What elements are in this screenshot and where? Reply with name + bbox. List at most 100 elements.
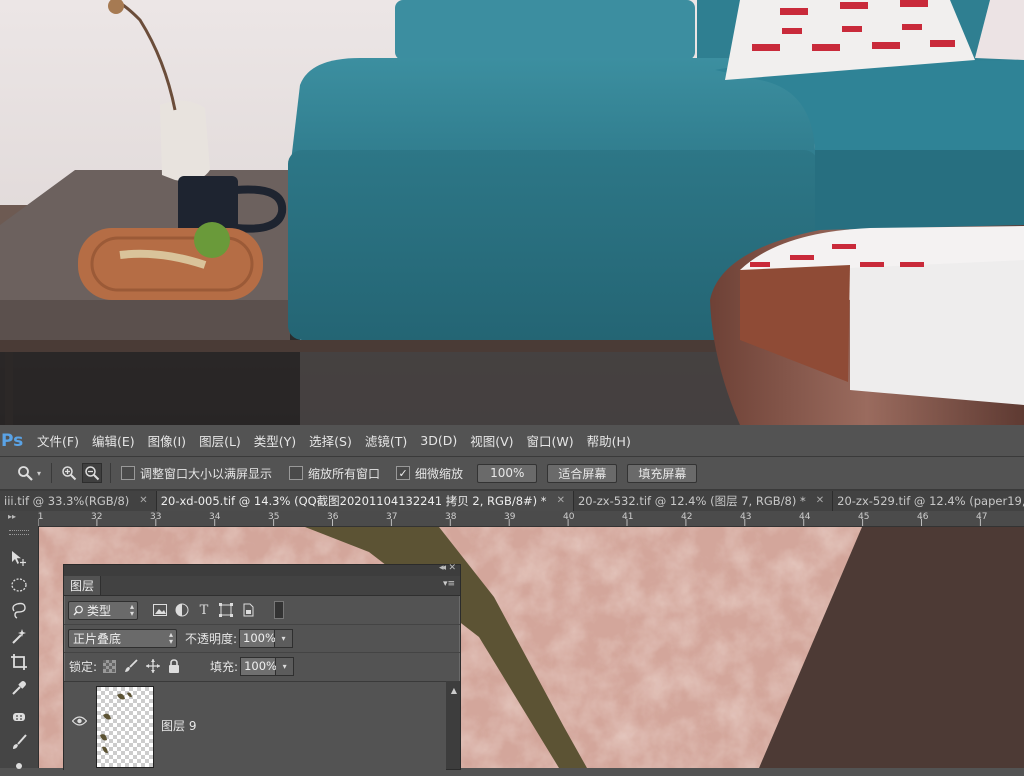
search-icon: [73, 605, 83, 615]
zoom-in-icon[interactable]: [60, 464, 78, 482]
magic-wand-tool-icon[interactable]: [9, 626, 29, 646]
spinner-icon: ▴ ▾: [129, 602, 134, 618]
lock-position-icon[interactable]: [146, 659, 161, 673]
adjustment-layer-filter-icon[interactable]: [174, 602, 190, 618]
chevron-down-icon[interactable]: ▾: [275, 628, 294, 648]
type-layer-filter-icon[interactable]: T: [196, 602, 212, 618]
collapse-icon[interactable]: ◂◂: [439, 563, 446, 573]
fill-label: 填充:: [210, 659, 239, 674]
opacity-field[interactable]: 100%: [239, 628, 276, 648]
zoom-all-windows-label: 缩放所有窗口: [308, 466, 381, 481]
panel-expand-icon[interactable]: ▸▸: [8, 512, 16, 521]
layers-panel: ◂◂ ✕ 图层 ▾≡ 类型 ▴ ▾ T 正片叠底 ▴ ▾ 不透明度: 100% …: [63, 563, 461, 770]
scrubby-zoom-checkbox[interactable]: ✓: [396, 466, 411, 480]
document-tab-bar: iii.tif @ 33.3%(RGB/8) ✕ 20-xd-005.tif @ …: [0, 490, 1024, 511]
fill-field[interactable]: 100%: [240, 656, 277, 676]
menu-layer[interactable]: 图层(L): [199, 431, 241, 450]
filter-kind-dropdown[interactable]: 类型 ▴ ▾: [68, 600, 138, 620]
separator: [51, 463, 53, 483]
close-icon[interactable]: ✕: [557, 491, 565, 511]
menu-filter[interactable]: 滤镜(T): [365, 431, 407, 450]
zoom-all-windows-checkbox[interactable]: [289, 466, 304, 480]
ruler-label: 46: [917, 512, 929, 522]
panel-menu-icon[interactable]: ▾≡: [443, 579, 455, 589]
fill-screen-button[interactable]: 填充屏幕: [627, 463, 698, 483]
menu-file[interactable]: 文件(F): [37, 431, 79, 450]
marquee-tool-icon[interactable]: [9, 575, 29, 595]
lock-row: 锁定: 填充: 100% ▾: [64, 652, 460, 679]
tool-preset-dropdown-icon[interactable]: ▾: [37, 469, 41, 478]
doc-tab-label: 20-zx-532.tif @ 12.4% (图层 7, RGB/8) *: [577, 494, 806, 508]
doc-tab-label: iii.tif @ 33.3%(RGB/8): [4, 494, 130, 508]
eyedropper-tool-icon[interactable]: [9, 678, 29, 698]
panel-tab-row: 图层 ▾≡: [64, 576, 460, 596]
close-icon[interactable]: ✕: [448, 563, 456, 573]
smart-object-filter-icon[interactable]: [240, 602, 256, 618]
visibility-eye-icon[interactable]: [72, 716, 87, 726]
ruler-label: 41: [622, 512, 634, 522]
toolbox-grip[interactable]: [9, 530, 29, 535]
resize-windows-label: 调整窗口大小以满屏显示: [140, 466, 273, 481]
menu-3d[interactable]: 3D(D): [420, 433, 457, 448]
menu-type[interactable]: 类型(Y): [254, 431, 296, 450]
close-icon[interactable]: ✕: [816, 491, 824, 511]
scrubby-zoom-label: 细微缩放: [415, 466, 464, 481]
doc-tab[interactable]: 20-zx-529.tif @ 12.4% (paper19, RGB/8): [833, 491, 1024, 511]
ruler-label: 38: [445, 512, 457, 522]
resize-windows-checkbox[interactable]: [121, 466, 136, 480]
move-tool-icon[interactable]: [9, 548, 29, 568]
menu-help[interactable]: 帮助(H): [587, 431, 631, 450]
close-icon[interactable]: ✕: [139, 491, 147, 511]
separator: [110, 463, 112, 483]
ruler-label: 39: [504, 512, 516, 522]
pixel-layer-filter-icon[interactable]: [152, 602, 168, 618]
crop-tool-icon[interactable]: [9, 652, 29, 672]
lock-pixels-icon[interactable]: [124, 659, 138, 673]
filter-toggle-switch[interactable]: [274, 601, 284, 619]
scroll-up-icon[interactable]: ▲: [451, 686, 457, 695]
doc-tab-active[interactable]: 20-xd-005.tif @ 14.3% (QQ截图2020110413224…: [156, 491, 574, 511]
menu-edit[interactable]: 编辑(E): [92, 431, 135, 450]
layer-thumbnail-image: [97, 687, 153, 767]
toolbox: [0, 526, 39, 769]
menu-image[interactable]: 图像(I): [148, 431, 186, 450]
horizontal-ruler[interactable]: 31 32 33 34 35 36 37 38 39 40 41 42 43 4…: [38, 511, 1024, 527]
brush-tool-icon[interactable]: [9, 732, 29, 752]
shape-layer-filter-icon[interactable]: [218, 602, 234, 618]
blend-mode-dropdown[interactable]: 正片叠底 ▴ ▾: [68, 628, 177, 648]
ruler-label: 35: [268, 512, 280, 522]
zoom-out-icon[interactable]: [82, 463, 103, 483]
zoom-tool-icon[interactable]: [16, 464, 34, 482]
doc-tab[interactable]: iii.tif @ 33.3%(RGB/8) ✕: [0, 491, 157, 511]
tab-layers[interactable]: 图层: [64, 576, 101, 595]
doc-tab-label: 20-zx-529.tif @ 12.4% (paper19, RGB/8): [837, 494, 1024, 508]
lock-transparent-icon[interactable]: [103, 659, 117, 673]
menu-select[interactable]: 选择(S): [309, 431, 352, 450]
lock-label: 锁定:: [69, 659, 98, 674]
fit-screen-button[interactable]: 适合屏幕: [547, 463, 618, 483]
menu-view[interactable]: 视图(V): [470, 431, 513, 450]
doc-tab-label: 20-xd-005.tif @ 14.3% (QQ截图2020110413224…: [160, 494, 547, 508]
actual-pixels-button[interactable]: 100%: [477, 463, 538, 483]
filter-kind-label: 类型: [87, 603, 112, 618]
healing-brush-tool-icon[interactable]: [9, 707, 29, 727]
ruler-label: 40: [563, 512, 575, 522]
ruler-label: 45: [858, 512, 870, 522]
spinner-icon: ▴ ▾: [168, 630, 173, 646]
filter-row: 类型 ▴ ▾ T: [64, 597, 460, 623]
layer-thumbnail[interactable]: [96, 686, 154, 768]
ruler-label: 36: [327, 512, 339, 522]
lasso-tool-icon[interactable]: [9, 600, 29, 620]
ruler-label: 42: [681, 512, 693, 522]
layer-row[interactable]: 图层 9: [64, 681, 446, 770]
background-photo: [0, 0, 1024, 425]
chevron-down-icon[interactable]: ▾: [276, 656, 295, 676]
layer-name[interactable]: 图层 9: [161, 717, 196, 734]
lock-all-icon[interactable]: [168, 659, 180, 673]
menu-window[interactable]: 窗口(W): [527, 431, 574, 450]
stamp-tool-icon[interactable]: [9, 756, 29, 776]
panel-title-strip[interactable]: ◂◂ ✕: [64, 563, 460, 576]
doc-tab[interactable]: 20-zx-532.tif @ 12.4% (图层 7, RGB/8) * ✕: [573, 491, 834, 511]
photoshop-logo: Ps: [1, 430, 24, 451]
ruler-ticks: [38, 519, 981, 526]
